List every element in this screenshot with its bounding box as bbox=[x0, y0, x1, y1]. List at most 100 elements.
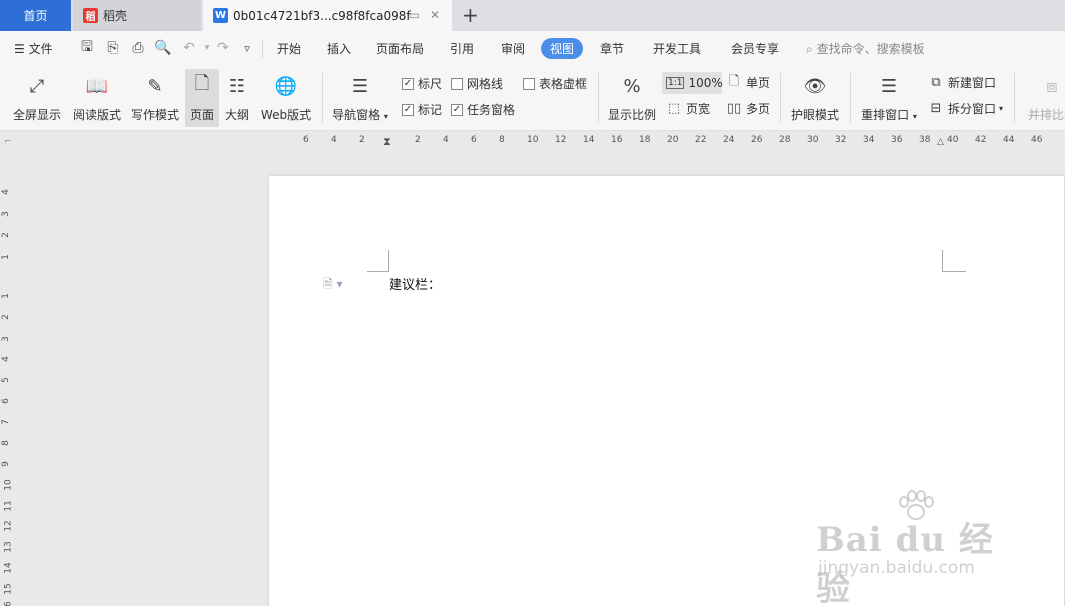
right-indent-marker-icon[interactable]: △ bbox=[937, 137, 944, 147]
pen-icon: ✎ bbox=[147, 75, 163, 97]
task-pane-checkbox[interactable]: ✓ 任务窗格 bbox=[451, 101, 515, 118]
ruler-tick-label: 26 bbox=[751, 135, 763, 145]
ruler-tick-label: 10 bbox=[3, 479, 14, 491]
ruler-checkbox[interactable]: ✓ 标尺 bbox=[402, 75, 442, 92]
tab-document[interactable]: W 0b01c4721bf3...c98f8fca098f ▭ ✕ bbox=[203, 0, 452, 31]
tab-home[interactable]: 首页 bbox=[0, 0, 71, 31]
eye-care-button[interactable]: 👁 护眼模式 bbox=[788, 69, 842, 127]
ruler-tick-label: 3 bbox=[0, 336, 11, 342]
dropdown-arrow-icon: ▾ bbox=[999, 104, 1004, 113]
outline-view-button[interactable]: ☷ 大纲 bbox=[221, 69, 253, 127]
dropdown-arrow-icon: ▾ bbox=[383, 112, 388, 121]
new-window-button[interactable]: ⧉ 新建窗口 bbox=[928, 74, 996, 91]
export-pdf-icon[interactable]: ⎘ bbox=[104, 39, 122, 57]
redo-icon[interactable]: ↷ bbox=[214, 39, 232, 57]
ruler-tick-label: 36 bbox=[891, 135, 903, 145]
menu-page-layout[interactable]: 页面布局 bbox=[376, 40, 424, 57]
page-icon: 🗋 bbox=[194, 73, 210, 94]
tab-daoke[interactable]: 稻 稻壳 bbox=[73, 0, 201, 31]
zoom-ratio-button[interactable]: % 显示比例 bbox=[606, 69, 658, 127]
ruler-tick-label: 38 bbox=[919, 135, 931, 145]
writer-doc-icon: W bbox=[213, 8, 228, 23]
zoom-percent-icon: % bbox=[623, 75, 641, 97]
reading-layout-button[interactable]: 📖 阅读版式 bbox=[70, 69, 124, 127]
split-window-icon: ⊟ bbox=[930, 101, 942, 116]
rearrange-windows-label: 重排窗口 ▾ bbox=[861, 108, 917, 122]
vertical-ruler[interactable]: 432112345678910111213141516 bbox=[0, 153, 16, 606]
menu-home[interactable]: 开始 bbox=[277, 40, 301, 57]
multi-page-button[interactable]: ▯▯ 多页 bbox=[726, 100, 770, 117]
gridlines-checkbox[interactable]: 网格线 bbox=[451, 75, 503, 92]
open-book-icon: 📖 bbox=[85, 75, 109, 97]
fullscreen-icon: ⤢ bbox=[29, 75, 45, 97]
new-window-icon: ⧉ bbox=[931, 75, 941, 90]
menu-insert[interactable]: 插入 bbox=[327, 40, 351, 57]
ruler-tick-label: 11 bbox=[3, 500, 14, 512]
ruler-tick-label: 40 bbox=[947, 135, 959, 145]
single-page-icon: 🗋 bbox=[728, 73, 740, 89]
tab-bar: 首页 稻 稻壳 W 0b01c4721bf3...c98f8fca098f ▭ … bbox=[0, 0, 1065, 31]
page-width-button[interactable]: ⬚ 页宽 bbox=[666, 100, 710, 117]
new-window-label: 新建窗口 bbox=[948, 76, 997, 90]
tab-home-label: 首页 bbox=[23, 9, 48, 23]
ruler-tick-label: 1 bbox=[0, 254, 11, 260]
web-layout-button[interactable]: 🌐 Web版式 bbox=[258, 69, 314, 127]
single-page-button[interactable]: 🗋 单页 bbox=[726, 74, 770, 91]
ruler-tick-label: 14 bbox=[583, 135, 595, 145]
file-menu[interactable]: ☰ 文件 bbox=[14, 40, 53, 57]
table-gridlines-label: 表格虚框 bbox=[539, 77, 588, 91]
menu-view[interactable]: 视图 bbox=[541, 38, 584, 59]
ruler-tick-label: 22 bbox=[695, 135, 707, 145]
document-text[interactable]: 建议栏： bbox=[389, 274, 441, 293]
eye-icon: 👁 bbox=[803, 75, 827, 97]
menu-member[interactable]: 会员专享 bbox=[731, 40, 779, 57]
writing-mode-button[interactable]: ✎ 写作模式 bbox=[128, 69, 182, 127]
pin-window-icon[interactable]: ▭ bbox=[409, 8, 420, 22]
file-menu-label: 文件 bbox=[28, 42, 53, 56]
menu-chapter[interactable]: 章节 bbox=[600, 40, 624, 57]
ruler-tick-label: 12 bbox=[555, 135, 567, 145]
paragraph-layout-icon[interactable]: 🗎 ▾ bbox=[323, 275, 343, 296]
checkbox-empty-icon bbox=[523, 77, 535, 90]
ruler-tick-label: 14 bbox=[3, 562, 14, 574]
ruler-label: 标尺 bbox=[418, 77, 443, 91]
ruler-tick-label: 46 bbox=[1031, 135, 1043, 145]
command-search[interactable]: ⌕ 查找命令、搜索模板 bbox=[806, 40, 925, 57]
ruler-tick-label: 9 bbox=[0, 461, 11, 467]
rearrange-windows-button[interactable]: ☰ 重排窗口 ▾ bbox=[858, 69, 920, 127]
marks-checkbox[interactable]: ✓ 标记 bbox=[402, 101, 442, 118]
save-icon[interactable]: 🖫 bbox=[78, 39, 96, 57]
hamburger-icon: ☰ bbox=[14, 42, 25, 56]
page-layout-view-label: 页面 bbox=[189, 108, 214, 122]
side-by-side-label: 并排比较 bbox=[1027, 108, 1065, 122]
table-gridlines-checkbox[interactable]: 表格虚框 bbox=[523, 75, 587, 92]
navigation-pane-icon: ☰ bbox=[351, 75, 369, 97]
navigation-pane-button[interactable]: ☰ 导航窗格 ▾ bbox=[330, 69, 390, 127]
watermark-url: jingyan.baidu.com bbox=[818, 558, 975, 578]
zoom-100-button[interactable]: 1:1 100% bbox=[662, 72, 723, 94]
side-by-side-button[interactable]: ⧈ 并排比较 bbox=[1022, 69, 1065, 127]
indent-marker-icon[interactable]: ⧗ bbox=[383, 135, 391, 149]
page-layout-view-button[interactable]: 🗋 页面 bbox=[185, 69, 219, 127]
tab-daoke-label: 稻壳 bbox=[103, 9, 128, 23]
undo-icon[interactable]: ↶ bbox=[180, 39, 198, 57]
tab-stop-icon[interactable]: ⌐ bbox=[4, 137, 12, 147]
task-pane-label: 任务窗格 bbox=[467, 103, 516, 117]
print-preview-icon[interactable]: 🔍 bbox=[154, 39, 172, 57]
split-window-button[interactable]: ⊟ 拆分窗口 ▾ bbox=[928, 100, 1003, 117]
customize-toolbar-icon[interactable]: ▿ bbox=[238, 39, 256, 57]
writing-mode-label: 写作模式 bbox=[130, 108, 179, 122]
ruler-tick-label: 2 bbox=[359, 135, 365, 145]
outline-icon: ☷ bbox=[228, 75, 246, 97]
horizontal-ruler[interactable]: ⌐ 6 4 2 2 4 6 8 10 12 14 16 18 20 22 24 26 28 30 32 34 36 38 4… bbox=[0, 131, 1065, 153]
new-tab-button[interactable]: + bbox=[462, 3, 479, 27]
menu-references[interactable]: 引用 bbox=[450, 40, 474, 57]
menu-review[interactable]: 审阅 bbox=[501, 40, 525, 57]
print-icon[interactable]: ⎙ bbox=[129, 39, 147, 57]
fullscreen-button[interactable]: ⤢ 全屏显示 bbox=[10, 69, 64, 127]
ruler-tick-label: 4 bbox=[443, 135, 449, 145]
close-tab-icon[interactable]: ✕ bbox=[430, 8, 440, 22]
menu-developer[interactable]: 开发工具 bbox=[653, 40, 701, 57]
menu-bar: ☰ 文件 🖫 ⎘ ⎙ 🔍 ↶ ▾ ↷ ▿ 开始 插入 页面布局 引用 审阅 视图… bbox=[0, 31, 1065, 67]
ruler-tick-label: 5 bbox=[0, 377, 11, 383]
